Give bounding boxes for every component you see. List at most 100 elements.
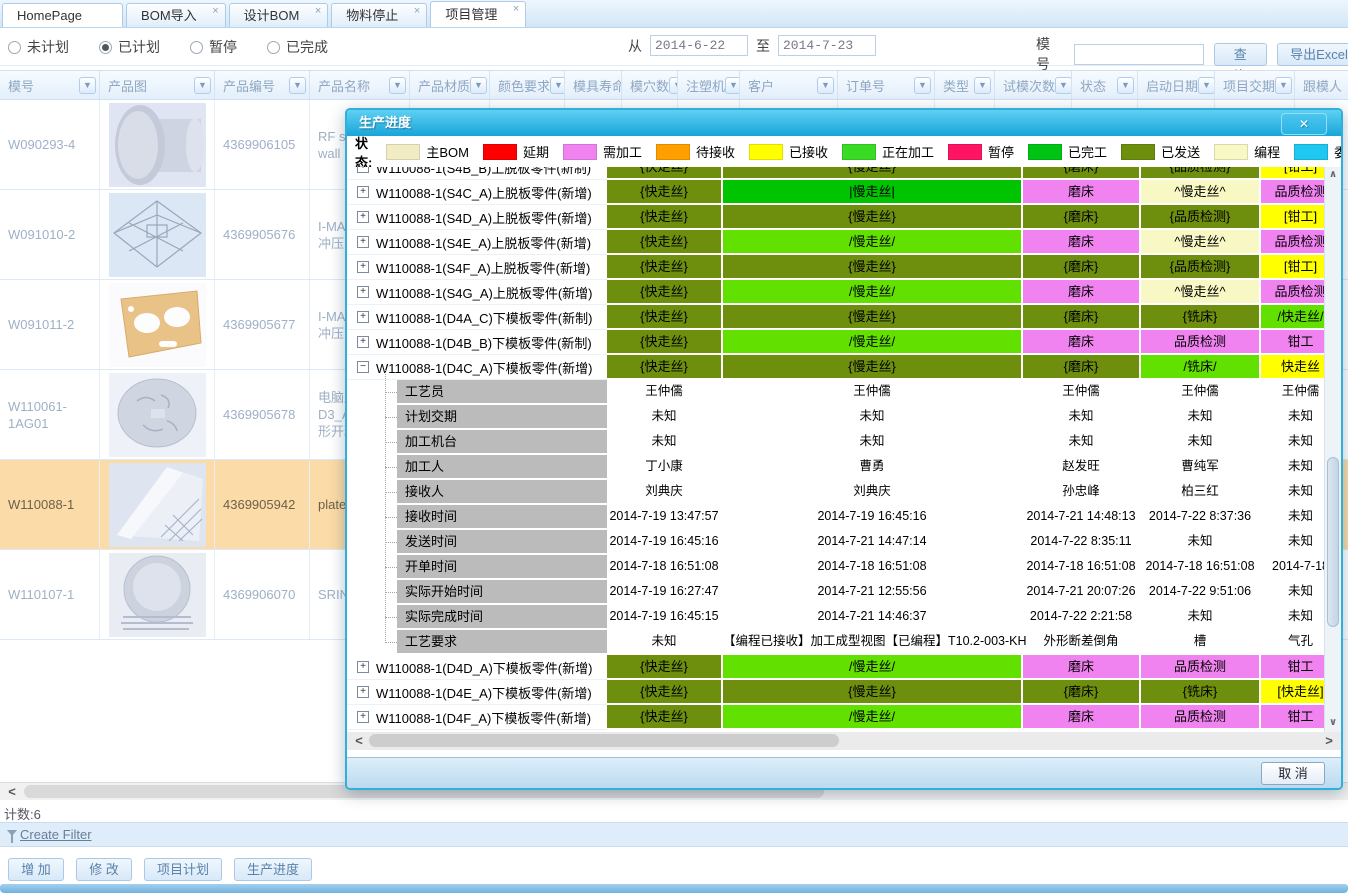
scroll-right-icon[interactable]: > bbox=[1319, 732, 1339, 749]
collapse-icon[interactable]: − bbox=[357, 361, 369, 373]
add-button[interactable]: 增 加 bbox=[8, 858, 64, 881]
expand-icon[interactable]: + bbox=[357, 236, 369, 248]
filter-dropdown-icon[interactable]: ▼ bbox=[1055, 77, 1072, 94]
part-row[interactable]: +W110088-1(S4D_A)上脱板零件(新增){快走丝}{慢走丝}{磨床}… bbox=[347, 205, 1340, 230]
close-tab-icon[interactable]: × bbox=[513, 3, 519, 15]
column-header-3[interactable]: 产品编号▼ bbox=[215, 71, 310, 99]
filter-dropdown-icon[interactable]: ▼ bbox=[1198, 77, 1215, 94]
mold-number-input[interactable] bbox=[1074, 44, 1204, 65]
scroll-up-icon[interactable]: ∧ bbox=[1325, 167, 1341, 184]
column-header-8[interactable]: 模穴数▼ bbox=[622, 71, 678, 99]
product-image bbox=[100, 190, 214, 279]
filter-dropdown-icon[interactable]: ▼ bbox=[914, 77, 931, 94]
radio-option-1[interactable]: 未计划 bbox=[8, 37, 69, 57]
tab-3[interactable]: 设计BOM× bbox=[229, 3, 329, 27]
expand-icon[interactable]: + bbox=[357, 167, 369, 173]
legend-label: 委外加工 bbox=[1334, 142, 1343, 161]
detail-label: 实际开始时间 bbox=[397, 580, 607, 603]
column-header-11[interactable]: 订单号▼ bbox=[838, 71, 935, 99]
column-header-16[interactable]: 项目交期▼ bbox=[1215, 71, 1295, 99]
dialog-vscroll-thumb[interactable] bbox=[1327, 457, 1339, 627]
radio-option-3[interactable]: 暂停 bbox=[190, 37, 237, 57]
part-row[interactable]: +W110088-1(S4F_A)上脱板零件(新增){快走丝}{慢走丝}{磨床}… bbox=[347, 255, 1340, 280]
scroll-down-icon[interactable]: ∨ bbox=[1325, 715, 1341, 732]
column-header-17[interactable]: 跟模人 bbox=[1295, 71, 1348, 99]
part-row[interactable]: +W110088-1(D4D_A)下模板零件(新增){快走丝}/慢走丝/磨床品质… bbox=[347, 655, 1340, 680]
part-row[interactable]: +W110088-1(S4E_A)上脱板零件(新增){快走丝}/慢走丝/磨床^慢… bbox=[347, 230, 1340, 255]
column-header-14[interactable]: 状态▼ bbox=[1072, 71, 1138, 99]
column-header-6[interactable]: 颜色要求▼ bbox=[490, 71, 565, 99]
filter-dropdown-icon[interactable]: ▼ bbox=[79, 77, 96, 94]
tab-2[interactable]: BOM导入× bbox=[126, 3, 226, 27]
filter-dropdown-icon[interactable]: ▼ bbox=[194, 77, 211, 94]
export-excel-button[interactable]: 导出Excel bbox=[1277, 43, 1348, 66]
legend-label: 正在加工 bbox=[882, 142, 934, 161]
dialog-horizontal-scrollbar[interactable]: < > bbox=[347, 732, 1341, 750]
filter-dropdown-icon[interactable]: ▼ bbox=[817, 77, 834, 94]
part-row[interactable]: +W110088-1(D4A_C)下模板零件(新制){快走丝}{慢走丝}{磨床}… bbox=[347, 305, 1340, 330]
detail-row: 实际完成时间2014-7-19 16:45:152014-7-21 14:46:… bbox=[347, 605, 1340, 630]
legend-label: 已发送 bbox=[1161, 142, 1200, 161]
filter-dropdown-icon[interactable]: ▼ bbox=[289, 77, 306, 94]
status-cell: {磨床} bbox=[1023, 355, 1139, 378]
modify-button[interactable]: 修 改 bbox=[76, 858, 132, 881]
filter-dropdown-icon[interactable]: ▼ bbox=[669, 77, 678, 94]
close-tab-icon[interactable]: × bbox=[414, 5, 420, 17]
date-from-input[interactable] bbox=[650, 35, 748, 56]
expand-icon[interactable]: + bbox=[357, 336, 369, 348]
part-row[interactable]: +W110088-1(D4B_B)下模板零件(新制){快走丝}/慢走丝/磨床品质… bbox=[347, 330, 1340, 355]
part-row[interactable]: +W110088-1(D4F_A)下模板零件(新增){快走丝}/慢走丝/磨床品质… bbox=[347, 705, 1340, 730]
expand-icon[interactable]: + bbox=[357, 711, 369, 723]
column-header-2[interactable]: 产品图▼ bbox=[100, 71, 215, 99]
part-row[interactable]: −W110088-1(D4C_A)下模板零件(新增){快走丝}{慢走丝}{磨床}… bbox=[347, 355, 1340, 380]
close-tab-icon[interactable]: × bbox=[315, 5, 321, 17]
filter-dropdown-icon[interactable]: ▼ bbox=[725, 77, 740, 94]
column-header-12[interactable]: 类型▼ bbox=[935, 71, 995, 99]
column-header-9[interactable]: 注塑机▼ bbox=[678, 71, 740, 99]
scroll-left-icon[interactable]: < bbox=[2, 783, 22, 800]
filter-dropdown-icon[interactable]: ▼ bbox=[550, 77, 565, 94]
column-header-7[interactable]: 模具寿命▼ bbox=[565, 71, 622, 99]
radio-option-4[interactable]: 已完成 bbox=[267, 37, 328, 57]
dialog-close-button[interactable]: ✕ bbox=[1281, 113, 1327, 135]
filter-dropdown-icon[interactable]: ▼ bbox=[389, 77, 406, 94]
radio-option-2[interactable]: 已计划 bbox=[99, 37, 160, 57]
production-progress-button[interactable]: 生产进度 bbox=[234, 858, 312, 881]
status-cell: {快走丝} bbox=[607, 230, 721, 253]
filter-dropdown-icon[interactable]: ▼ bbox=[1117, 77, 1134, 94]
expand-icon[interactable]: + bbox=[357, 286, 369, 298]
column-header-15[interactable]: 启动日期▼ bbox=[1138, 71, 1215, 99]
project-plan-button[interactable]: 项目计划 bbox=[144, 858, 222, 881]
filter-dropdown-icon[interactable]: ▼ bbox=[470, 77, 487, 94]
part-row[interactable]: +W110088-1(S4G_A)上脱板零件(新增){快走丝}/慢走丝/磨床^慢… bbox=[347, 280, 1340, 305]
column-header-5[interactable]: 产品材质▼ bbox=[410, 71, 490, 99]
date-to-input[interactable] bbox=[778, 35, 876, 56]
column-header-10[interactable]: 客户▼ bbox=[740, 71, 838, 99]
dialog-vertical-scrollbar[interactable]: ∧ ∨ bbox=[1324, 167, 1341, 732]
close-tab-icon[interactable]: × bbox=[212, 5, 218, 17]
filter-dropdown-icon[interactable]: ▼ bbox=[1275, 77, 1292, 94]
tab-4[interactable]: 物料停止× bbox=[331, 3, 427, 27]
tab-5[interactable]: 项目管理× bbox=[430, 1, 526, 27]
expand-icon[interactable]: + bbox=[357, 686, 369, 698]
cancel-button[interactable]: 取 消 bbox=[1261, 762, 1325, 785]
column-header-1[interactable]: 模号▼ bbox=[0, 71, 100, 99]
expand-icon[interactable]: + bbox=[357, 186, 369, 198]
column-header-4[interactable]: 产品名称▼ bbox=[310, 71, 410, 99]
dialog-title-bar[interactable]: 生产进度 ✕ bbox=[347, 110, 1341, 136]
legend-label: 延期 bbox=[523, 142, 549, 161]
expand-icon[interactable]: + bbox=[357, 261, 369, 273]
dialog-hscroll-thumb[interactable] bbox=[369, 734, 839, 747]
expand-icon[interactable]: + bbox=[357, 661, 369, 673]
create-filter-link[interactable]: Create Filter bbox=[20, 827, 92, 842]
expand-icon[interactable]: + bbox=[357, 211, 369, 223]
query-button[interactable]: 查 询 bbox=[1214, 43, 1268, 66]
part-row[interactable]: +W110088-1(S4C_A)上脱板零件(新增){快走丝}|慢走丝|磨床^慢… bbox=[347, 180, 1340, 205]
part-row[interactable]: +W110088-1(S4B_B)上脱板零件(新制){快走丝}{慢走丝}{磨床}… bbox=[347, 167, 1340, 180]
tab-1[interactable]: HomePage bbox=[2, 3, 123, 27]
column-header-13[interactable]: 试模次数▼ bbox=[995, 71, 1072, 99]
filter-dropdown-icon[interactable]: ▼ bbox=[974, 77, 991, 94]
scroll-left-icon[interactable]: < bbox=[349, 732, 369, 749]
expand-icon[interactable]: + bbox=[357, 311, 369, 323]
part-row[interactable]: +W110088-1(D4E_A)下模板零件(新增){快走丝}{慢走丝}{磨床}… bbox=[347, 680, 1340, 705]
